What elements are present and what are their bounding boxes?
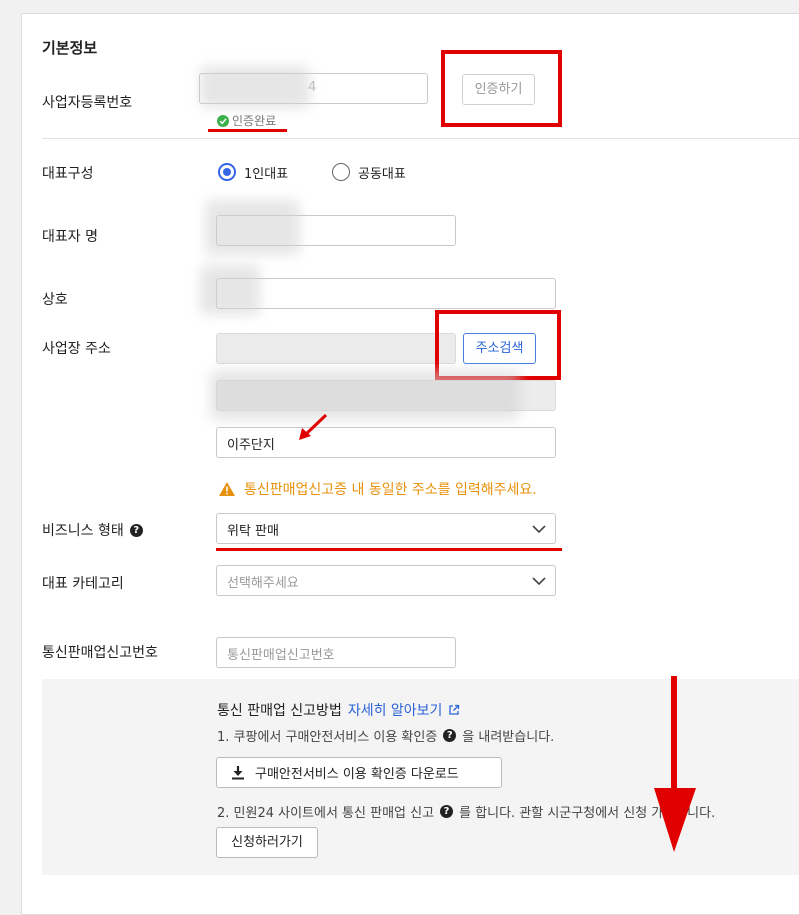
address-warning-text: 통신판매업신고증 내 동일한 주소를 입력해주세요.	[244, 482, 537, 498]
ecommerce-no-placeholder: 통신판매업신고번호	[227, 648, 335, 663]
download-certificate-label: 구매안전서비스 이용 확인증 다운로드	[255, 767, 459, 782]
business-reg-label: 사업자등록번호	[42, 95, 133, 111]
annotation-underline-business-type	[216, 548, 562, 551]
download-certificate-button[interactable]: 구매안전서비스 이용 확인증 다운로드	[216, 757, 502, 788]
download-icon	[232, 766, 244, 780]
rep-type-label: 대표구성	[42, 166, 94, 182]
help-icon[interactable]: ?	[443, 729, 457, 742]
chevron-down-icon	[532, 577, 546, 586]
help-icon[interactable]: ?	[440, 805, 454, 818]
section-title: 기본정보	[42, 39, 98, 57]
ecommerce-no-input[interactable]: 통신판매업신고번호	[216, 637, 456, 668]
address-label: 사업장 주소	[42, 341, 111, 357]
ecommerce-no-label: 통신판매업신고번호	[42, 645, 158, 661]
redacted-region	[200, 66, 310, 108]
rep-name-label: 대표자 명	[42, 229, 98, 245]
redacted-region	[210, 370, 520, 420]
business-type-label: 비즈니스 형태	[42, 523, 124, 539]
verify-status: 인증완료	[217, 112, 276, 129]
radio-joint-rep-label: 공동대표	[358, 167, 406, 182]
guide-step2: 2. 민원24 사이트에서 통신 판매업 신고 ? 를 합니다. 관할 시군구청…	[217, 802, 715, 821]
guide-step1: 1. 쿠팡에서 구매안전서비스 이용 확인증 ? 을 내려받습니다.	[217, 726, 554, 745]
divider	[42, 138, 799, 139]
company-label: 상호	[42, 292, 68, 308]
annotation-arrow-icon	[299, 413, 328, 440]
address-detail-value: 이주단지	[227, 438, 275, 453]
business-type-value: 위탁 판매	[227, 524, 279, 539]
verify-status-text: 인증완료	[232, 114, 277, 128]
guide-title-row: 통신 판매업 신고방법 자세히 알아보기	[217, 700, 460, 720]
address-zip-input[interactable]	[216, 333, 456, 364]
radio-single-rep-label: 1인대표	[244, 167, 289, 182]
annotation-arrow-down-icon	[654, 676, 696, 852]
redacted-region	[200, 265, 260, 315]
redacted-region	[205, 200, 300, 255]
learn-more-link[interactable]: 자세히 알아보기	[348, 700, 443, 720]
annotation-underline-status	[208, 129, 287, 132]
address-detail-input[interactable]: 이주단지	[216, 427, 556, 458]
category-label: 대표 카테고리	[42, 576, 124, 592]
company-input[interactable]	[216, 278, 556, 309]
apply-button[interactable]: 신청하러가기	[216, 827, 318, 858]
radio-joint-rep[interactable]	[332, 163, 350, 181]
category-select[interactable]: 선택해주세요	[216, 565, 556, 596]
address-warning: 통신판매업신고증 내 동일한 주소를 입력해주세요.	[218, 479, 537, 499]
help-icon[interactable]: ?	[129, 523, 143, 537]
annotation-box-verify	[441, 50, 562, 127]
business-type-label-wrap: 비즈니스 형태 ?	[42, 520, 143, 540]
external-link-icon[interactable]	[448, 704, 460, 716]
check-circle-icon	[217, 114, 229, 127]
guide-step1-prefix: 1. 쿠팡에서 구매안전서비스 이용 확인증	[217, 730, 438, 745]
business-type-select[interactable]: 위탁 판매	[216, 513, 556, 544]
chevron-down-icon	[532, 525, 546, 534]
warning-icon	[219, 482, 235, 496]
category-placeholder: 선택해주세요	[227, 576, 299, 591]
guide-title: 통신 판매업 신고방법	[217, 703, 342, 719]
guide-step2-prefix: 2. 민원24 사이트에서 통신 판매업 신고	[217, 806, 435, 821]
radio-single-rep[interactable]	[218, 163, 236, 181]
guide-step1-suffix: 을 내려받습니다.	[462, 730, 555, 745]
